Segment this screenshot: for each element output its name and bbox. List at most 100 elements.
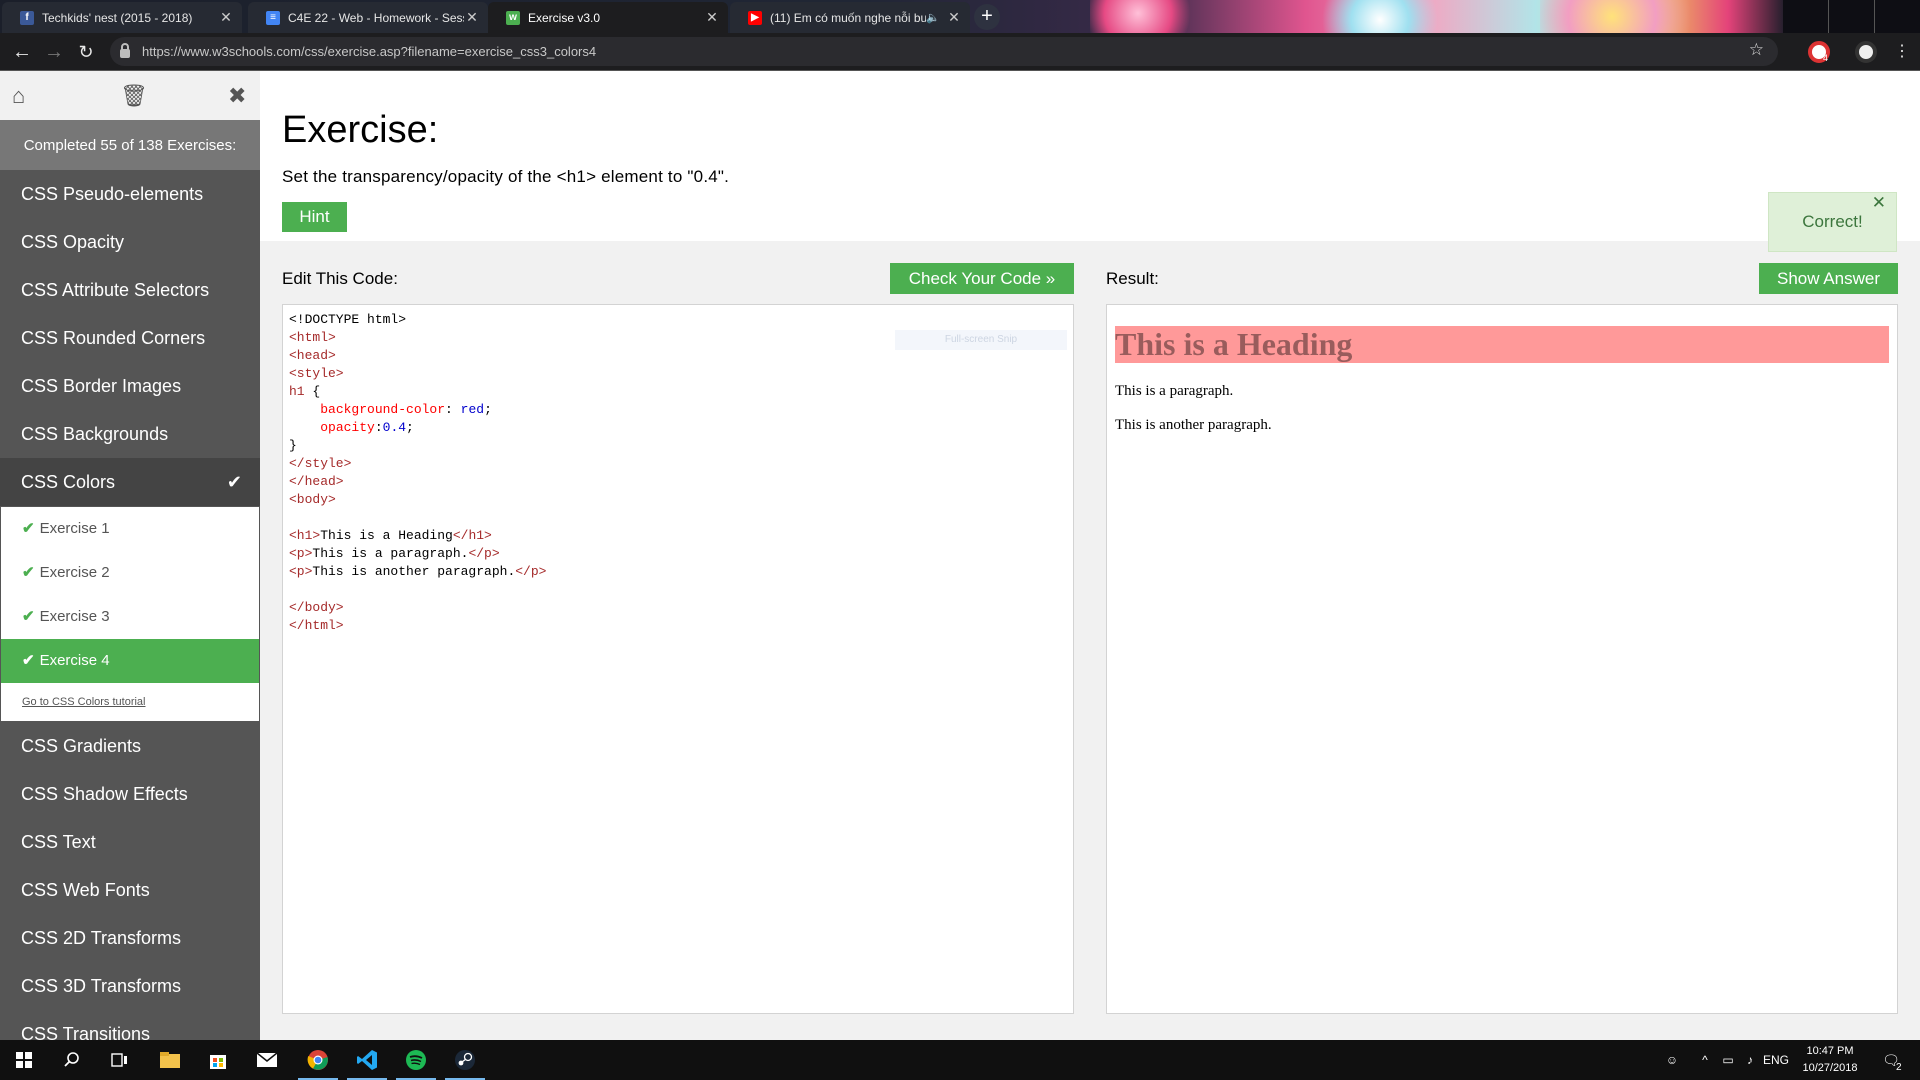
task-view-icon[interactable] (96, 1040, 144, 1080)
sidebar-item[interactable]: CSS Text (0, 818, 260, 866)
exercise-item-1[interactable]: ✔ Exercise 1 (1, 507, 259, 551)
sidebar-toolbar: ⌂ 🗑 ✖ (0, 71, 260, 120)
sidebar-item-css-colors[interactable]: CSS Colors ✔ (0, 458, 260, 506)
sidebar-item[interactable]: CSS Attribute Selectors (0, 266, 260, 314)
home-icon[interactable]: ⌂ (12, 83, 25, 109)
sidebar-item[interactable]: CSS 2D Transforms (0, 914, 260, 962)
sidebar-item[interactable]: CSS Shadow Effects (0, 770, 260, 818)
exercise-item-4[interactable]: ✔ Exercise 4 (1, 639, 259, 683)
checkmark-icon: ✔ (226, 472, 242, 492)
exercise-main: Exercise: Set the transparency/opacity o… (260, 71, 1920, 1040)
sidebar-item[interactable]: CSS Opacity (0, 218, 260, 266)
close-tab-icon[interactable]: ✕ (946, 9, 962, 26)
extension-badge: 4 (1823, 53, 1829, 63)
menu-dots-icon[interactable]: ⋮ (1888, 38, 1916, 66)
exercise-sidebar: ⌂ 🗑 ✖ Completed 55 of 138 Exercises: CSS… (0, 71, 260, 1040)
result-frame: This is a Heading This is a paragraph. T… (1106, 304, 1898, 1014)
show-answer-button[interactable]: Show Answer (1759, 263, 1898, 294)
clock-time: 10:47 PM (1806, 1045, 1854, 1057)
chrome-icon[interactable] (294, 1040, 342, 1080)
clock-date: 10/27/2018 (1802, 1062, 1858, 1074)
code-editor[interactable]: <!DOCTYPE html> <html> <head> <style> h1… (282, 304, 1074, 1014)
sidebar-item[interactable]: CSS Gradients (0, 722, 260, 770)
hint-button[interactable]: Hint (282, 202, 347, 232)
correct-notice: Correct! ✕ (1768, 192, 1897, 252)
result-paragraph: This is a paragraph. (1115, 383, 1234, 399)
tab-exercise[interactable]: w Exercise v3.0 ✕ (488, 2, 728, 33)
taskbar: ☺ ^ ▭ ♪ ENG 10:47 PM 10/27/2018 🗨 2 (0, 1040, 1920, 1080)
file-explorer-icon[interactable] (146, 1040, 194, 1080)
forward-arrow-icon[interactable]: → (40, 38, 68, 66)
chevron-up-icon[interactable]: ^ (1696, 1040, 1714, 1080)
edit-code-label: Edit This Code: (282, 269, 398, 288)
close-tab-icon[interactable]: ✕ (218, 9, 234, 26)
profile-avatar-icon[interactable] (1855, 41, 1877, 63)
close-icon[interactable]: ✕ (1872, 174, 1886, 232)
store-icon[interactable] (194, 1040, 242, 1080)
close-tab-icon[interactable]: ✕ (704, 9, 720, 26)
exercise-description: Set the transparency/opacity of the <h1>… (282, 167, 730, 186)
exercise-list: ✔ Exercise 1 ✔ Exercise 2 ✔ Exercise 3 ✔ Exe… (0, 506, 260, 722)
sidebar-item[interactable]: CSS Backgrounds (0, 410, 260, 458)
trash-icon[interactable]: 🗑 (120, 83, 148, 109)
url-text[interactable]: https://www.w3schools.com/css/exercise.a… (142, 44, 596, 59)
close-icon[interactable]: ✖ (228, 83, 246, 109)
notifications-icon[interactable]: 🗨 (1876, 1040, 1906, 1080)
lock-icon (120, 43, 130, 58)
back-arrow-icon[interactable]: ← (8, 38, 36, 66)
docs-icon: ≡ (266, 10, 280, 25)
new-tab-button[interactable]: + (974, 4, 1000, 30)
notification-count: 2 (1896, 1062, 1902, 1073)
snip-overlay: Full-screen Snip (895, 330, 1067, 350)
language-indicator[interactable]: ENG (1763, 1040, 1789, 1080)
bookmark-star-icon[interactable]: ☆ (1749, 40, 1764, 60)
window-controls[interactable] (1783, 0, 1920, 33)
people-icon[interactable]: ☺ (1660, 1040, 1684, 1080)
reload-icon[interactable]: ↻ (72, 38, 100, 66)
mail-icon[interactable] (243, 1040, 291, 1080)
checkmark-icon: ✔ (22, 564, 35, 581)
tab-youtube[interactable]: ▶ (11) Em có muốn nghe nỗi buồn 🔈 ✕ (730, 2, 970, 33)
w3schools-icon: w (506, 10, 520, 25)
spotify-icon[interactable] (392, 1040, 440, 1080)
address-bar[interactable]: https://www.w3schools.com/css/exercise.a… (110, 37, 1778, 66)
sidebar-item[interactable]: CSS Pseudo-elements (0, 170, 260, 218)
checkmark-icon: ✔ (22, 608, 35, 625)
facebook-icon: f (20, 10, 34, 25)
page-title: Exercise: (282, 109, 439, 151)
checkmark-icon: ✔ (22, 652, 35, 669)
sidebar-item[interactable]: CSS 3D Transforms (0, 962, 260, 1010)
network-icon[interactable]: ▭ (1718, 1040, 1738, 1080)
sidebar-item[interactable]: CSS Web Fonts (0, 866, 260, 914)
volume-icon[interactable]: ♪ (1740, 1040, 1760, 1080)
checkmark-icon: ✔ (22, 520, 35, 537)
close-tab-icon[interactable]: ✕ (464, 9, 480, 26)
tutorial-link[interactable]: Go to CSS Colors tutorial (1, 683, 259, 721)
vscode-icon[interactable] (343, 1040, 391, 1080)
result-paragraph: This is another paragraph. (1115, 417, 1272, 433)
sidebar-item[interactable]: CSS Border Images (0, 362, 260, 410)
sidebar-item[interactable]: CSS Transitions (0, 1010, 260, 1040)
exercise-header: Exercise: Set the transparency/opacity o… (260, 71, 1920, 241)
speaker-icon[interactable]: 🔈 (926, 11, 940, 24)
sidebar-item-label: CSS Colors (21, 472, 116, 492)
steam-icon[interactable] (441, 1040, 489, 1080)
code-text[interactable]: <!DOCTYPE html> <html> <head> <style> h1… (289, 311, 546, 635)
clock[interactable]: 10:47 PM 10/27/2018 (1790, 1043, 1870, 1077)
correct-text: Correct! (1802, 212, 1863, 231)
completed-count: Completed 55 of 138 Exercises: (0, 120, 260, 170)
result-label: Result: (1106, 269, 1159, 288)
exercise-item-2[interactable]: ✔ Exercise 2 (1, 551, 259, 595)
tab-techkids[interactable]: f Techkids' nest (2015 - 2018) ✕ (2, 2, 242, 33)
browser-toolbar: ← → ↻ https://www.w3schools.com/css/exer… (0, 33, 1920, 70)
result-heading: This is a Heading (1115, 326, 1889, 363)
sidebar-item[interactable]: CSS Rounded Corners (0, 314, 260, 362)
start-icon[interactable] (0, 1040, 48, 1080)
exercise-item-3[interactable]: ✔ Exercise 3 (1, 595, 259, 639)
search-icon[interactable] (48, 1040, 96, 1080)
tab-homework[interactable]: ≡ C4E 22 - Web - Homework - Session ✕ (248, 2, 488, 33)
wallpaper-art (1300, 0, 1460, 33)
wallpaper-art (1540, 0, 1720, 33)
tab-strip: f Techkids' nest (2015 - 2018) ✕ ≡ C4E 2… (0, 0, 1920, 33)
check-code-button[interactable]: Check Your Code » (890, 263, 1074, 294)
